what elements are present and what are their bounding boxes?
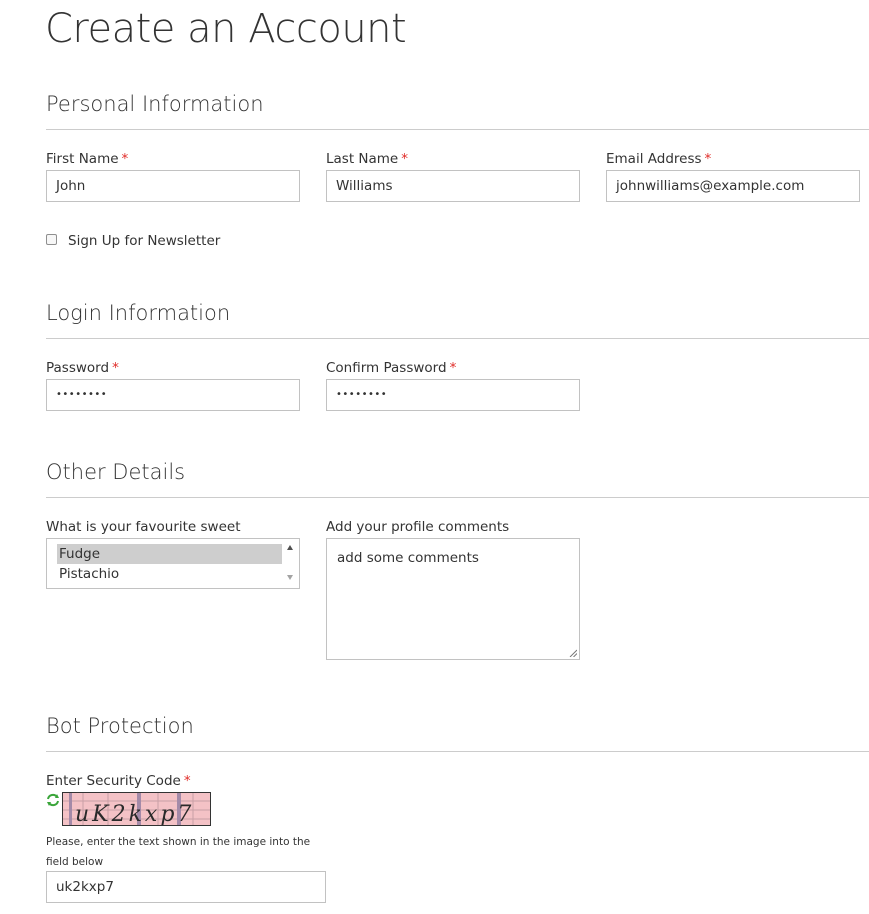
- comments-label: Add your profile comments: [326, 519, 510, 535]
- required-marker: *: [401, 151, 408, 167]
- confirm-password-field[interactable]: ••••••••: [326, 379, 580, 411]
- section-divider: [46, 129, 869, 130]
- password-label: Password *: [46, 360, 119, 376]
- confirm-password-label: Confirm Password *: [326, 360, 457, 376]
- chevron-down-icon[interactable]: [287, 575, 293, 580]
- first-name-field[interactable]: John: [46, 170, 300, 202]
- security-code-field[interactable]: uk2kxp7: [46, 871, 326, 903]
- chevron-up-icon[interactable]: [287, 545, 293, 550]
- comments-textarea[interactable]: add some comments: [326, 538, 580, 660]
- security-code-label: Enter Security Code *: [46, 773, 191, 789]
- resize-grip-icon[interactable]: [569, 649, 577, 657]
- password-field[interactable]: ••••••••: [46, 379, 300, 411]
- captcha-image: uK2kxp7: [62, 792, 211, 826]
- sweet-listbox[interactable]: Fudge Pistachio: [46, 538, 300, 589]
- required-marker: *: [112, 360, 119, 376]
- refresh-icon[interactable]: [46, 793, 60, 807]
- comments-text: add some comments: [337, 550, 479, 566]
- last-name-field[interactable]: Williams: [326, 170, 580, 202]
- captcha-hint: Please, enter the text shown in the imag…: [46, 836, 311, 868]
- section-title-login: Login Information: [46, 301, 231, 325]
- section-divider: [46, 751, 869, 752]
- section-divider: [46, 338, 869, 339]
- email-field[interactable]: johnwilliams@example.com: [606, 170, 860, 202]
- required-marker: *: [183, 773, 191, 789]
- captcha-text: uK2kxp7: [75, 802, 194, 826]
- section-title-personal: Personal Information: [46, 92, 264, 116]
- section-title-other: Other Details: [46, 460, 186, 484]
- required-marker: *: [121, 151, 129, 167]
- section-title-bot: Bot Protection: [46, 714, 194, 738]
- newsletter-checkbox[interactable]: [46, 234, 57, 245]
- sweet-option-pistachio[interactable]: Pistachio: [57, 564, 283, 584]
- last-name-label: Last Name *: [326, 151, 408, 167]
- sweet-option-fudge[interactable]: Fudge: [57, 544, 283, 564]
- required-marker: *: [449, 360, 457, 376]
- email-label: Email Address *: [606, 151, 712, 167]
- required-marker: *: [704, 151, 712, 167]
- sweet-label: What is your favourite sweet: [46, 519, 241, 535]
- listbox-scrollbar[interactable]: [282, 539, 299, 588]
- first-name-label: First Name *: [46, 151, 129, 167]
- section-divider: [46, 497, 869, 498]
- newsletter-label[interactable]: Sign Up for Newsletter: [68, 233, 220, 249]
- page-title: Create an Account: [45, 6, 407, 52]
